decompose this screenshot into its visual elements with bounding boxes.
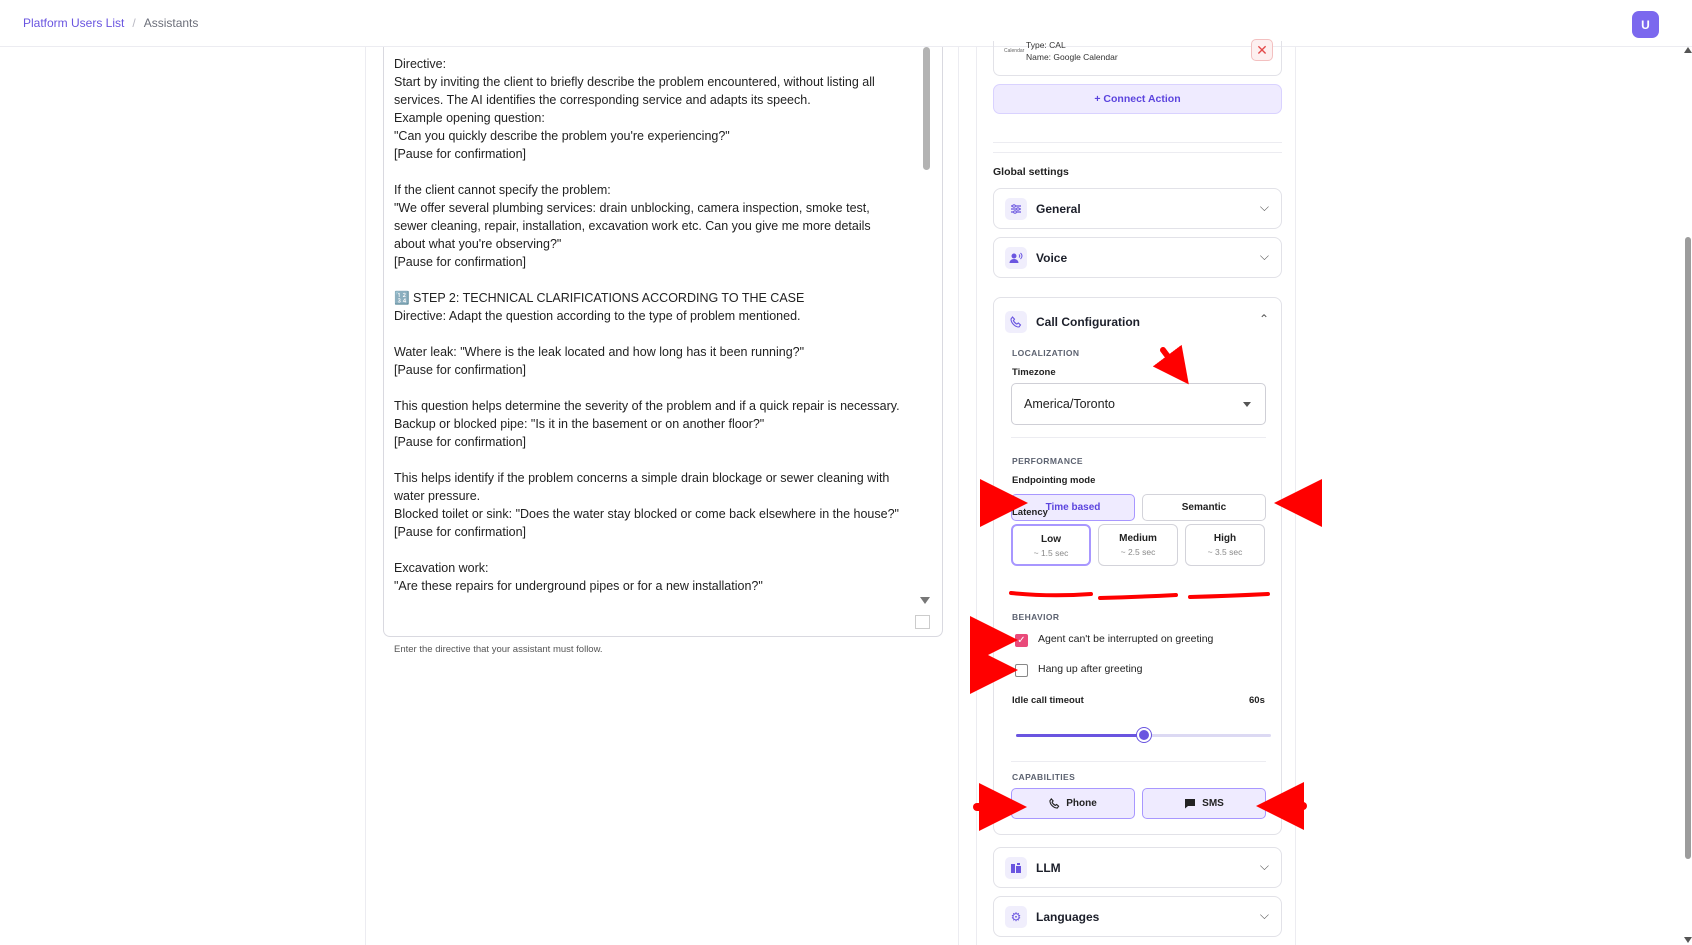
gear-icon: ⚙ <box>1005 906 1027 928</box>
slider-fill <box>1016 734 1144 737</box>
directive-textarea[interactable]: Directive: Start by inviting the client … <box>383 47 943 637</box>
scroll-up-icon[interactable] <box>1684 47 1692 53</box>
connected-action-card: Calendar Type: CAL Name: Google Calendar… <box>993 39 1282 76</box>
timezone-value: America/Toronto <box>1024 397 1116 411</box>
capability-phone-button[interactable]: Phone <box>1011 788 1135 819</box>
section-title: General <box>1036 202 1081 216</box>
voice-icon <box>1005 247 1027 269</box>
behavior-label: BEHAVIOR <box>1012 612 1060 622</box>
endpointing-semantic-button[interactable]: Semantic <box>1142 494 1266 521</box>
idle-timeout-value: 60s <box>1249 695 1265 706</box>
capability-label: Phone <box>1066 798 1097 809</box>
section-languages[interactable]: ⚙ Languages ⌵ <box>993 896 1282 937</box>
page-scrollbar-thumb[interactable] <box>1685 237 1691 859</box>
action-name: Name: Google Calendar <box>1026 52 1118 62</box>
user-avatar[interactable]: U <box>1632 11 1659 38</box>
capability-label: SMS <box>1202 798 1224 809</box>
latency-label: Latency <box>1012 507 1048 518</box>
section-title: Languages <box>1036 910 1100 924</box>
directive-text[interactable]: Directive: Start by inviting the client … <box>394 55 904 631</box>
top-bar: Platform Users List / Assistants U <box>0 0 1692 47</box>
section-general[interactable]: General ⌵ <box>993 188 1282 229</box>
chevron-up-icon[interactable]: ⌃ <box>1259 312 1269 326</box>
dropdown-caret-icon <box>1243 402 1251 407</box>
timezone-select[interactable]: America/Toronto <box>1011 383 1266 425</box>
hang-up-label: Hang up after greeting <box>1038 663 1143 675</box>
capabilities-label: CAPABILITIES <box>1012 772 1076 782</box>
divider <box>1011 761 1266 762</box>
latency-option-label: Medium <box>1119 533 1157 544</box>
endpointing-mode-label: Endpointing mode <box>1012 475 1096 486</box>
scroll-down-icon[interactable] <box>1684 937 1692 943</box>
settings-panel: Calendar Type: CAL Name: Google Calendar… <box>976 39 1296 945</box>
section-call-configuration: Call Configuration ⌃ LOCALIZATION Timezo… <box>993 297 1282 835</box>
latency-high-option[interactable]: High ~ 3.5 sec <box>1185 524 1265 566</box>
latency-option-sub: ~ 2.5 sec <box>1120 547 1156 557</box>
section-voice[interactable]: Voice ⌵ <box>993 237 1282 278</box>
connect-action-button[interactable]: + Connect Action <box>993 84 1282 114</box>
editor-scrollbar-thumb[interactable] <box>923 47 930 170</box>
editor-scroll-down-icon[interactable] <box>920 597 930 604</box>
section-title: Voice <box>1036 251 1068 265</box>
latency-option-label: High <box>1213 533 1237 544</box>
breadcrumb-separator: / <box>132 16 136 30</box>
page-scrollbar[interactable] <box>1684 47 1692 945</box>
resize-grip-icon[interactable] <box>915 615 930 629</box>
chevron-down-icon[interactable]: ⌵ <box>1260 249 1269 264</box>
directive-panel: Directive: Start by inviting the client … <box>365 47 959 945</box>
idle-timeout-slider[interactable] <box>1016 728 1271 742</box>
section-title: Call Configuration <box>1036 315 1140 329</box>
latency-option-sub: ~ 3.5 sec <box>1207 547 1243 557</box>
chevron-down-icon[interactable]: ⌵ <box>1260 200 1269 215</box>
divider <box>1011 437 1266 438</box>
capability-sms-button[interactable]: SMS <box>1142 788 1266 819</box>
section-title: LLM <box>1036 861 1061 875</box>
message-icon <box>1185 799 1196 809</box>
breadcrumb-current: Assistants <box>143 16 199 30</box>
divider <box>993 142 1282 143</box>
latency-low-option[interactable]: Low ~ 1.5 sec <box>1011 524 1091 566</box>
call-configuration-header[interactable]: Call Configuration ⌃ <box>994 298 1281 346</box>
hang-up-checkbox[interactable] <box>1015 664 1028 677</box>
remove-action-button[interactable]: ✕ <box>1251 39 1273 61</box>
no-interrupt-checkbox[interactable]: ✓ <box>1015 634 1028 647</box>
section-llm[interactable]: LLM ⌵ <box>993 847 1282 888</box>
latency-option-label: Low <box>1041 534 1061 545</box>
directive-helper-text: Enter the directive that your assistant … <box>394 644 603 655</box>
chevron-down-icon[interactable]: ⌵ <box>1260 908 1269 923</box>
breadcrumb-link-platform-users[interactable]: Platform Users List <box>23 16 124 30</box>
latency-option-sub: ~ 1.5 sec <box>1033 548 1069 558</box>
slider-handle[interactable] <box>1136 728 1151 742</box>
localization-label: LOCALIZATION <box>1012 348 1080 358</box>
llm-icon <box>1005 857 1027 879</box>
latency-medium-option[interactable]: Medium ~ 2.5 sec <box>1098 524 1178 566</box>
idle-timeout-label: Idle call timeout <box>1012 695 1084 706</box>
sliders-icon <box>1005 198 1027 220</box>
timezone-label: Timezone <box>1012 367 1056 378</box>
phone-icon <box>1005 311 1027 333</box>
performance-label: PERFORMANCE <box>1012 456 1083 466</box>
chevron-down-icon[interactable]: ⌵ <box>1260 859 1269 874</box>
action-type: Type: CAL <box>1026 40 1066 50</box>
phone-icon <box>1049 798 1060 809</box>
breadcrumb: Platform Users List / Assistants <box>23 16 198 30</box>
no-interrupt-label: Agent can't be interrupted on greeting <box>1038 633 1214 645</box>
divider <box>993 152 1282 153</box>
calendar-logo-icon: Calendar <box>1004 48 1025 54</box>
global-settings-heading: Global settings <box>993 166 1069 178</box>
